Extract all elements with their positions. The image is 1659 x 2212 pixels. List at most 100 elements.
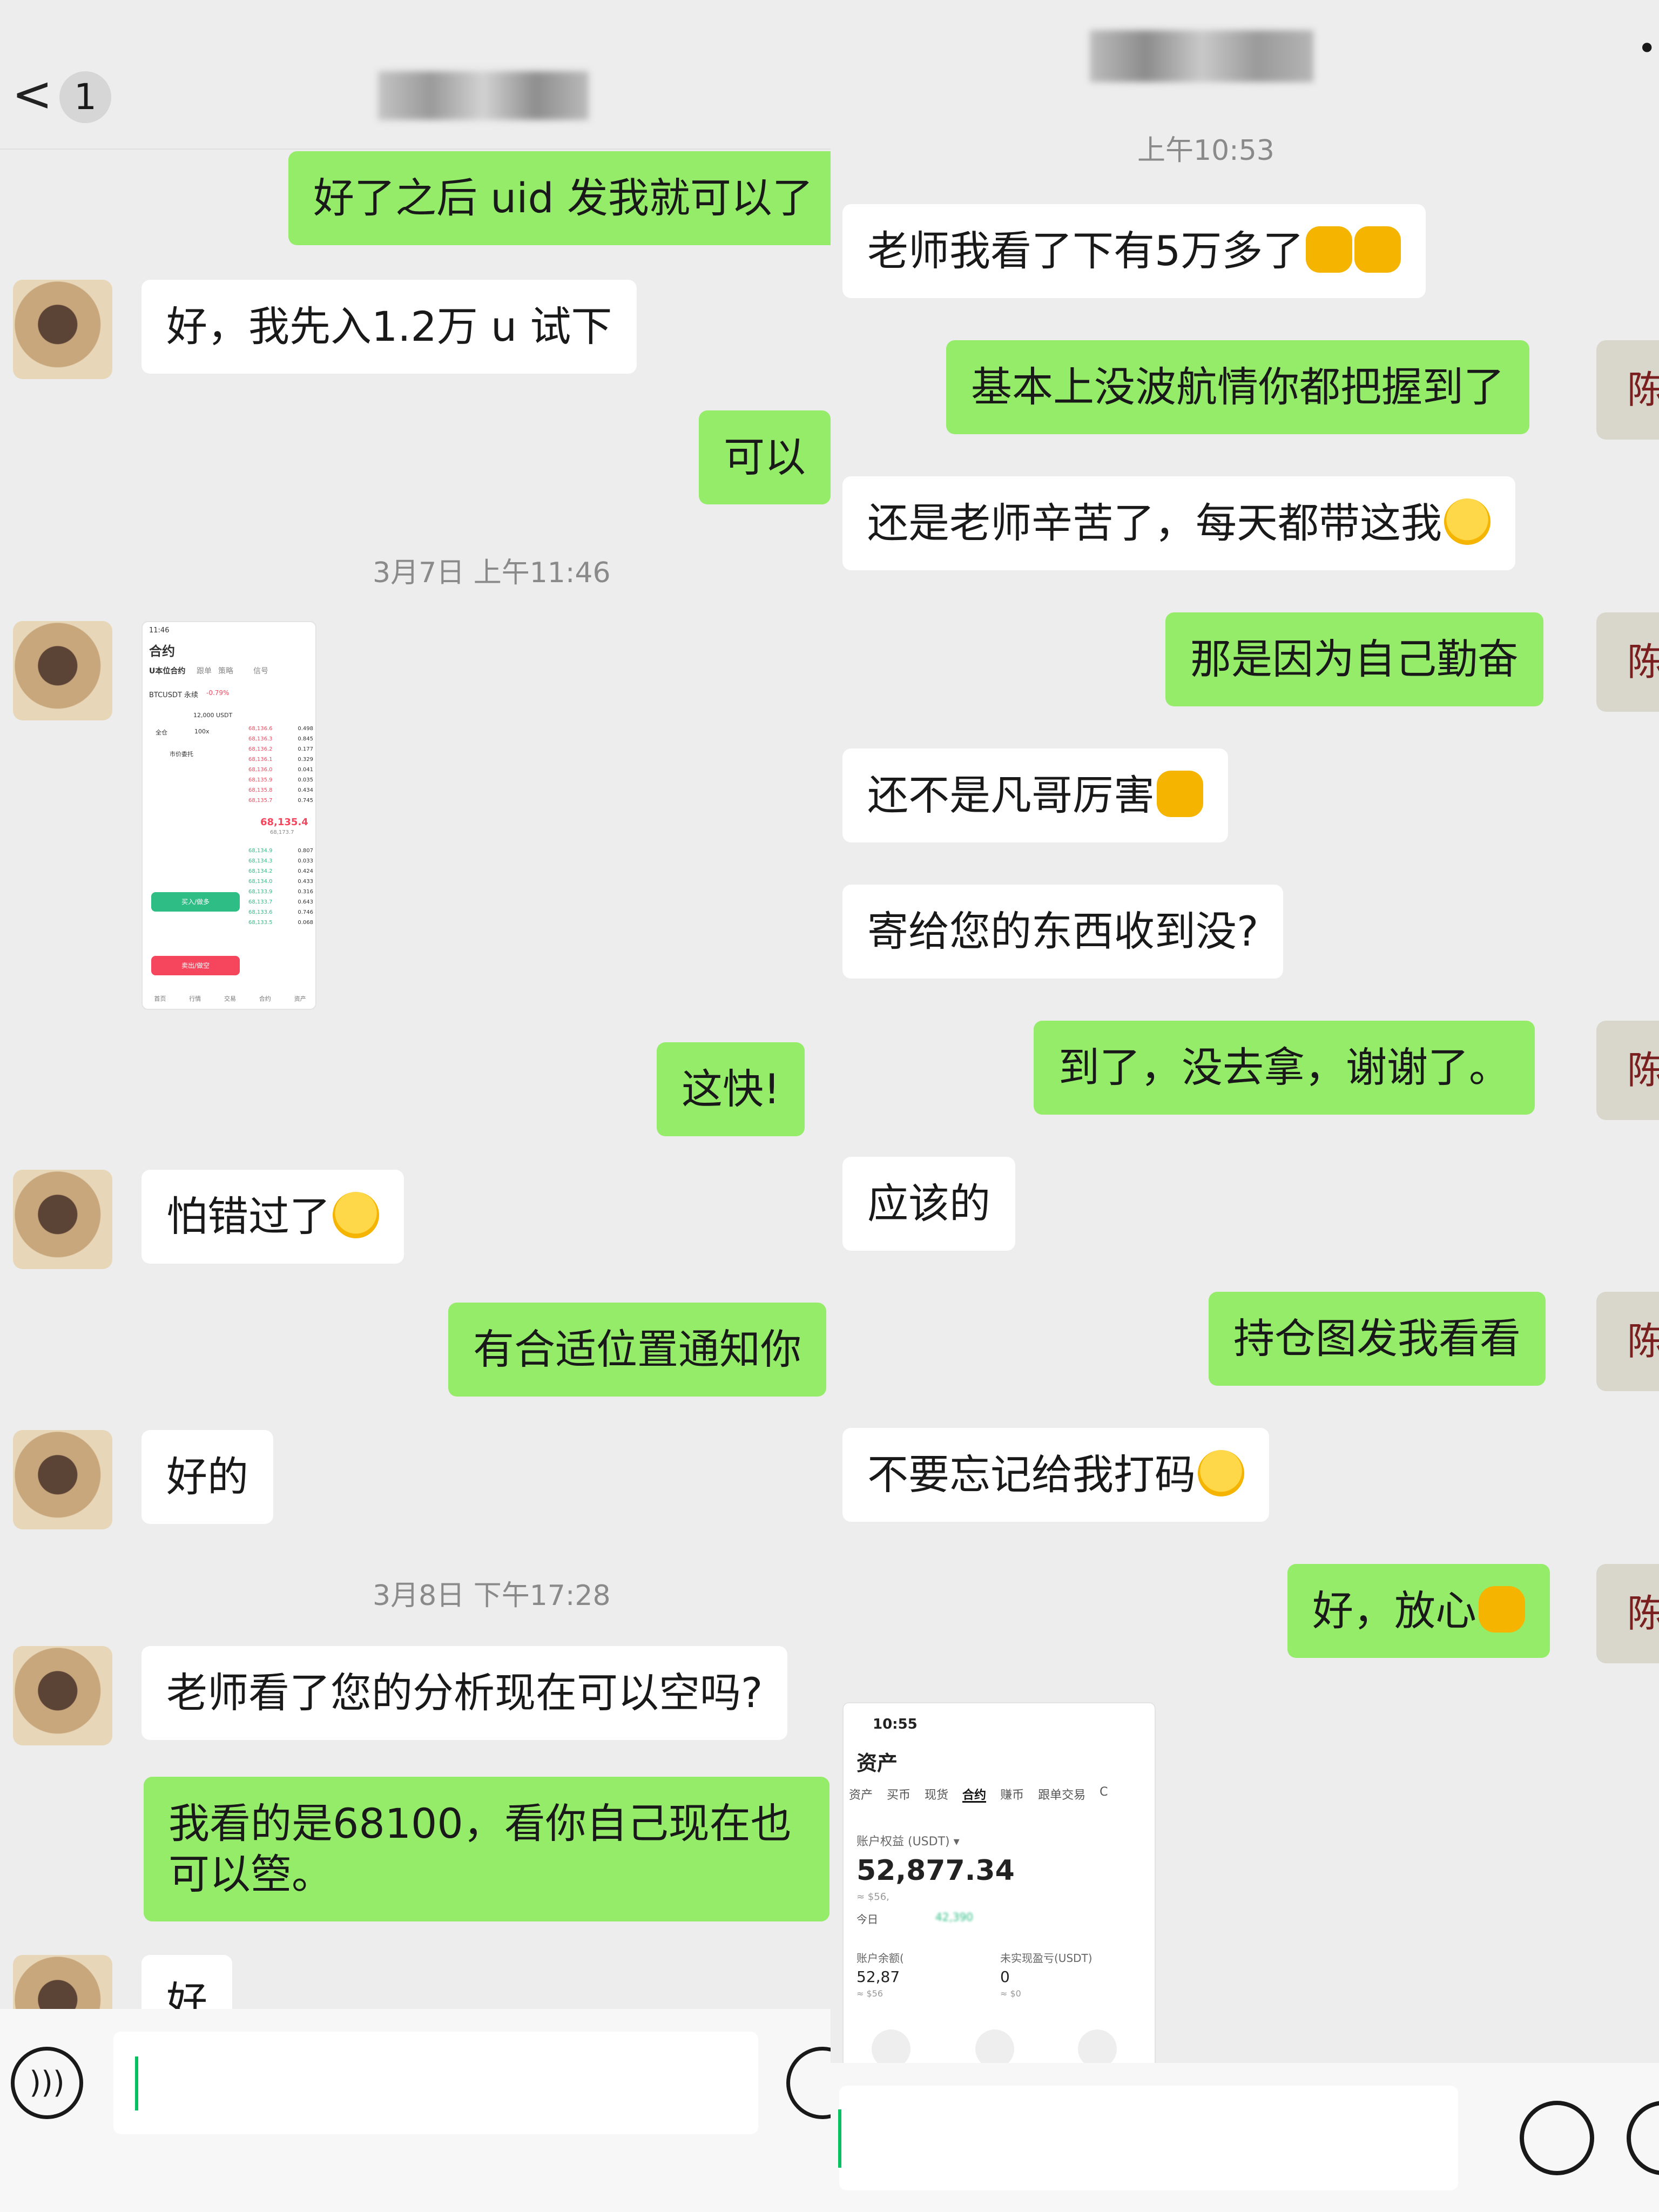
orderbook-size: 0.845 — [298, 736, 313, 742]
screenshot-tab: 跟单 — [197, 667, 212, 676]
avatar[interactable] — [13, 1170, 112, 1269]
screenshot-title: 合约 — [149, 644, 175, 659]
screenshot-tab: C — [1100, 1785, 1108, 1799]
sell-button[interactable]: 卖出/做空 — [151, 956, 240, 975]
orderbook-row: 68,134.0 0.433 — [248, 876, 313, 887]
avatar[interactable] — [13, 621, 112, 720]
screenshot-nav-item: 首页 — [154, 995, 166, 1002]
orderbook-row: 68,136.3 0.845 — [248, 734, 313, 744]
message-text: 还是老师辛苦了，每天都带这我 — [867, 499, 1442, 547]
message-bubble-outgoing: 持仓图发我看看 — [1209, 1292, 1546, 1386]
pnl-value: 0 — [1000, 1968, 1010, 1986]
voice-input-icon[interactable]: ))) — [11, 2047, 83, 2119]
message-bubble-incoming: 不要忘记给我打码 — [842, 1428, 1269, 1522]
screenshot-tab: U本位合约 — [149, 667, 186, 676]
emoji-picker-icon[interactable] — [1520, 2101, 1594, 2175]
message-bubble-outgoing: 好了之后 uid 发我就可以了 — [288, 151, 831, 245]
message-bubble-incoming: 怕错过了 — [141, 1170, 404, 1264]
screenshot-time: 11:46 — [149, 626, 170, 635]
grinning-emoji-icon — [1444, 498, 1491, 545]
orderbook-row: 68,135.7 0.745 — [248, 795, 313, 806]
orderbook-price: 68,136.6 — [248, 726, 273, 732]
message-bubble-incoming: 老师我看了下有5万多了 — [842, 204, 1426, 298]
orderbook-price: 68,135.7 — [248, 798, 273, 804]
message-bubble-outgoing: 可以 — [699, 410, 831, 504]
today-value: 42,390 — [935, 1911, 973, 1924]
ok-hand-emoji-icon — [1479, 1586, 1525, 1633]
message-bubble-incoming: 寄给您的东西收到没? — [842, 885, 1284, 979]
unread-count-badge: 1 — [59, 71, 111, 123]
message-bubble-outgoing: 这快! — [657, 1042, 805, 1136]
message-bubble-incoming: 还不是凡哥厉害 — [842, 748, 1228, 842]
message-text: 还不是凡哥厉害 — [867, 771, 1155, 819]
screenshot-tab: 跟单交易 — [1038, 1789, 1086, 1802]
avatar[interactable]: 陈 — [1596, 1564, 1659, 1663]
orderbook-price: 68,136.0 — [248, 767, 273, 773]
orderbook-price: 68,134.3 — [248, 858, 273, 864]
orderbook-row: 68,136.1 0.329 — [248, 754, 313, 765]
orderbook-price: 68,136.1 — [248, 757, 273, 763]
message-bubble-outgoing: 到了，没去拿，谢谢了。 — [1034, 1021, 1535, 1115]
right-chat-pane: • 上午10:53 老师我看了下有5万多了 基本上没波航情你都把握到了 陈 还是… — [831, 0, 1659, 2212]
image-message-assets-screenshot[interactable]: 10:55 资产 资产 买币 现货 合约 赚币 跟单交易 C 账户权益 (USDT) ▾ 5… — [842, 1702, 1156, 2069]
orderbook-size: 0.434 — [298, 787, 313, 793]
message-text: 怕错过了 — [166, 1192, 331, 1240]
orderbook-row: 68,133.5 0.068 — [248, 918, 313, 928]
screenshot-change: -0.79% — [206, 689, 230, 697]
orderbook-price: 68,133.5 — [248, 920, 273, 926]
message-bubble-incoming: 老师看了您的分析现在可以空吗? — [141, 1646, 788, 1740]
orderbook-asks: 68,136.6 0.498 68,136.3 0.845 68,136.2 0.177 6… — [248, 724, 313, 806]
avatar[interactable]: 陈 — [1596, 612, 1659, 712]
stage: < 1 好了之后 uid 发我就可以了 好，我先入1.2万 u 试下 可以 3月… — [0, 0, 1659, 2212]
orderbook-row: 68,135.8 0.434 — [248, 785, 313, 795]
orderbook-price: 68,136.3 — [248, 736, 273, 742]
avatar[interactable]: 陈 — [1596, 340, 1659, 440]
avatar[interactable]: 陈 — [1596, 1292, 1659, 1391]
avatar[interactable] — [13, 1430, 112, 1529]
message-bubble-outgoing: 那是因为自己勤奋 — [1165, 612, 1543, 706]
message-bubble-incoming: 还是老师辛苦了，每天都带这我 — [842, 476, 1515, 570]
orderbook-bids: 68,134.9 0.807 68,134.3 0.033 68,134.2 0.424 6… — [248, 846, 313, 928]
avatar[interactable] — [13, 280, 112, 379]
timestamp: 上午10:53 — [1137, 134, 1274, 167]
screenshot-nav-item: 资产 — [294, 995, 306, 1002]
orderbook-price: 68,136.2 — [248, 746, 273, 752]
message-input[interactable] — [113, 2032, 758, 2134]
image-message-trading-screenshot[interactable]: 11:46 合约 U本位合约 跟单 策略 信号 BTCUSDT 永续 -0.79… — [141, 621, 316, 1010]
screenshot-tabs: 资产 买币 现货 合约 赚币 跟单交易 C — [849, 1785, 1155, 1803]
orderbook-row: 68,134.3 0.033 — [248, 856, 313, 866]
message-input[interactable] — [839, 2086, 1458, 2190]
orderbook-price: 68,133.9 — [248, 889, 273, 895]
avatar[interactable] — [13, 1646, 112, 1745]
screenshot-tab: 现货 — [925, 1789, 949, 1802]
screenshot-price: 68,135.4 — [260, 817, 308, 828]
pnl-label: 未实现盈亏(USDT) — [1000, 1952, 1092, 1965]
screenshot-pair: BTCUSDT 永续 — [149, 691, 199, 699]
avatar[interactable]: 陈 — [1596, 1021, 1659, 1120]
pnl-sub: ≈ $0 — [1000, 1988, 1021, 1999]
screenshot-title: 资产 — [857, 1751, 898, 1775]
message-bubble-outgoing: 我看的是68100，看你自己现在也可以箜。 — [144, 1777, 830, 1921]
contact-name — [378, 71, 589, 120]
buy-button[interactable]: 买入/做多 — [151, 892, 240, 912]
orderbook-size: 0.745 — [298, 798, 313, 804]
screenshot-mode: 全仓 — [156, 729, 167, 736]
orderbook-row: 68,136.2 0.177 — [248, 744, 313, 754]
orderbook-row: 68,136.6 0.498 — [248, 724, 313, 734]
more-options-icon[interactable]: • — [1637, 32, 1656, 65]
screenshot-time: 10:55 — [873, 1716, 918, 1732]
orderbook-row: 68,133.9 0.316 — [248, 887, 313, 897]
orderbook-price: 68,133.6 — [248, 909, 273, 915]
orderbook-price: 68,135.9 — [248, 777, 273, 783]
orderbook-size: 0.177 — [298, 746, 313, 752]
back-icon[interactable]: < — [12, 70, 52, 119]
orderbook-row: 68,134.2 0.424 — [248, 866, 313, 876]
balance-sub: ≈ $56 — [857, 1988, 884, 1999]
header-divider — [0, 149, 831, 150]
orderbook-size: 0.068 — [298, 920, 313, 926]
orderbook-price: 68,133.7 — [248, 899, 273, 905]
message-bubble-outgoing: 有合适位置通知你 — [448, 1303, 826, 1397]
message-bubble-incoming: 好，我先入1.2万 u 试下 — [141, 280, 637, 374]
tears-of-joy-emoji-icon — [333, 1192, 379, 1238]
text-caret — [838, 2109, 841, 2168]
